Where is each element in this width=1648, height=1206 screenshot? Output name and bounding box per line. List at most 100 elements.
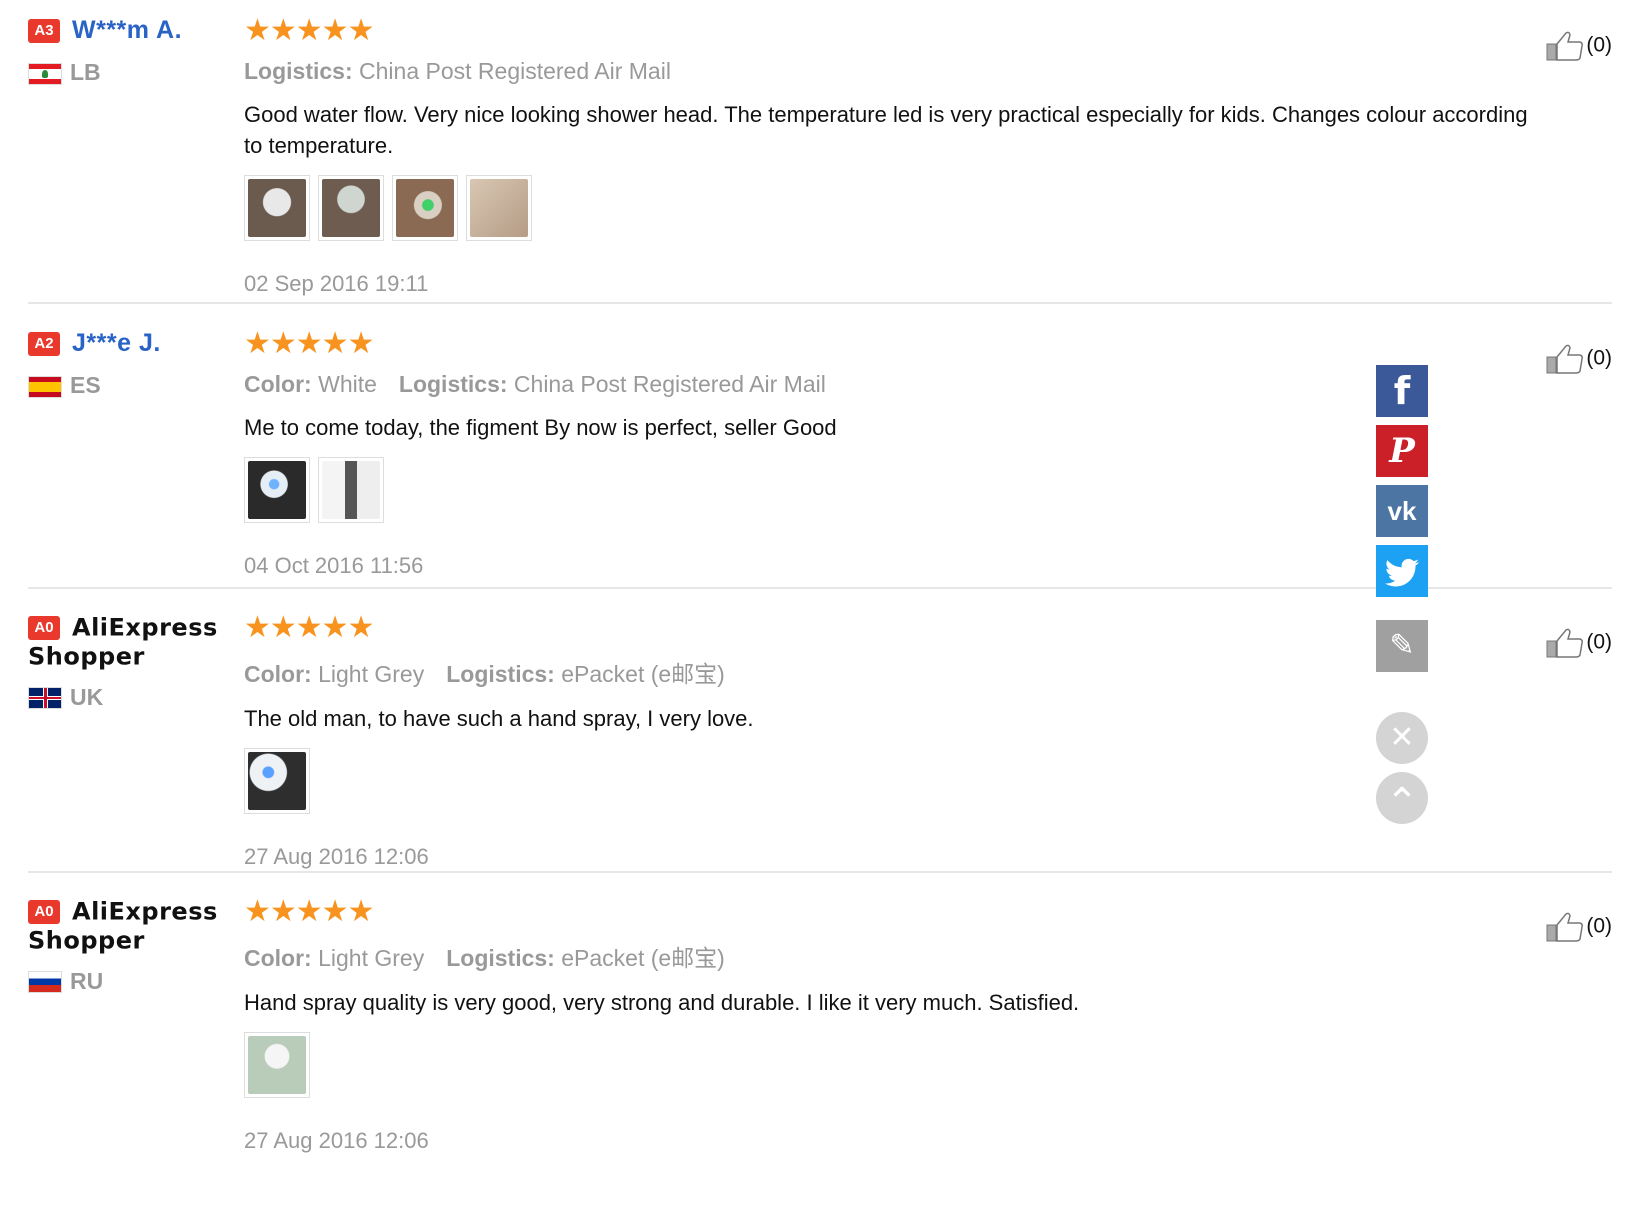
review-divider <box>28 302 1612 304</box>
logistics-label: Logistics: <box>446 945 555 971</box>
review-photo-thumbnail[interactable] <box>244 1032 310 1098</box>
thumbs-up-icon <box>1546 31 1584 61</box>
review-photo-thumbnail[interactable] <box>244 175 310 241</box>
like-button[interactable]: (0) <box>1546 627 1612 659</box>
flag-lb-icon <box>28 62 62 85</box>
review-item: A0 AliExpress Shopper RU ★★★★★ Color: Lig… <box>28 895 1612 1155</box>
level-badge: A3 <box>28 18 60 43</box>
review-photo-thumbnail[interactable] <box>244 457 310 523</box>
review-photo-thumbnail[interactable] <box>244 748 310 814</box>
like-count: (0) <box>1586 914 1612 938</box>
review-content: ★★★★★ Logistics: China Post Registered A… <box>244 14 1534 297</box>
review-content: ★★★★★ Color: Light Grey Logistics: ePacke… <box>244 895 1534 1154</box>
logistics-value: China Post Registered Air Mail <box>513 371 826 397</box>
vk-icon: vk <box>1387 496 1417 526</box>
close-icon: ✕ <box>1389 721 1415 754</box>
flag-ru-icon <box>28 971 62 994</box>
review-photo-thumbnail[interactable] <box>318 175 384 241</box>
flag-es-icon <box>28 375 62 398</box>
logistics-label: Logistics: <box>244 58 353 84</box>
rating-stars: ★★★★★ <box>244 14 374 47</box>
review-photo-thumbnail[interactable] <box>392 175 458 241</box>
review-content: ★★★★★ Color: Light Grey Logistics: ePacke… <box>244 611 1534 870</box>
close-share-button[interactable]: ✕ <box>1376 712 1428 764</box>
color-value: Light Grey <box>318 661 425 687</box>
flag-uk-icon <box>28 687 62 710</box>
logistics-label: Logistics: <box>446 661 555 687</box>
review-photos <box>244 175 1534 245</box>
pinterest-share-button[interactable]: P <box>1376 425 1428 477</box>
facebook-icon: f <box>1393 369 1411 413</box>
twitter-share-button[interactable] <box>1376 545 1428 597</box>
review-item: A0 AliExpress Shopper UK ★★★★★ Color: Lig… <box>28 611 1612 869</box>
like-count: (0) <box>1586 33 1612 57</box>
like-button[interactable]: (0) <box>1546 30 1612 62</box>
rating-stars: ★★★★★ <box>244 895 374 928</box>
country-code: RU <box>70 967 104 994</box>
rating-stars: ★★★★★ <box>244 327 374 360</box>
pinterest-icon: P <box>1389 431 1415 471</box>
logistics-value: China Post Registered Air Mail <box>359 58 671 84</box>
facebook-share-button[interactable]: f <box>1376 365 1428 417</box>
review-date: 02 Sep 2016 19:11 <box>244 271 429 296</box>
order-info: Logistics: China Post Registered Air Mai… <box>244 58 1534 85</box>
thumbs-up-icon <box>1546 344 1584 374</box>
review-text: Hand spray quality is very good, very st… <box>244 990 1080 1015</box>
color-label: Color: <box>244 371 312 397</box>
country-code: LB <box>70 59 101 85</box>
review-item: A3 W***m A. LB ★★★★★ Logistics: China Pos… <box>28 14 1612 296</box>
write-review-button[interactable]: ✎ <box>1376 620 1428 672</box>
vk-share-button[interactable]: vk <box>1376 485 1428 537</box>
logistics-value: ePacket (e邮宝) <box>561 661 725 687</box>
review-photos <box>244 748 1534 818</box>
pencil-icon: ✎ <box>1389 629 1415 662</box>
reviewer-country: RU <box>28 968 218 995</box>
review-date: 04 Oct 2016 11:56 <box>244 553 424 578</box>
like-count: (0) <box>1586 630 1612 654</box>
reviewer-info: A0 AliExpress Shopper UK <box>28 611 218 711</box>
order-info: Color: Light Grey Logistics: ePacket (e邮宝… <box>244 939 1534 973</box>
level-badge: A0 <box>28 899 60 924</box>
rating-stars: ★★★★★ <box>244 611 374 644</box>
review-divider <box>28 871 1612 873</box>
color-value: Light Grey <box>318 945 425 971</box>
reviewer-info: A0 AliExpress Shopper RU <box>28 895 218 995</box>
order-info: Color: White Logistics: China Post Regist… <box>244 371 1534 398</box>
review-text: Me to come today, the figment By now is … <box>244 415 837 440</box>
order-info: Color: Light Grey Logistics: ePacket (e邮宝… <box>244 655 1534 689</box>
country-code: ES <box>70 372 101 398</box>
review-text: Good water flow. Very nice looking showe… <box>244 102 1528 158</box>
country-code: UK <box>70 683 104 710</box>
reviewer-name[interactable]: W***m A. <box>72 16 182 44</box>
review-date: 27 Aug 2016 12:06 <box>244 844 429 869</box>
logistics-label: Logistics: <box>398 371 508 397</box>
logistics-value: ePacket (e邮宝) <box>561 945 725 971</box>
review-date: 27 Aug 2016 12:06 <box>244 1128 429 1153</box>
level-badge: A2 <box>28 331 60 356</box>
back-to-top-button[interactable]: ⌃ <box>1376 772 1428 825</box>
review-item: A2 J***e J. ES ★★★★★ Color: White Logistic… <box>28 327 1612 578</box>
review-photos <box>244 457 1534 527</box>
review-photos <box>244 1032 1534 1102</box>
chevron-up-icon: ⌃ <box>1385 781 1419 825</box>
review-text: The old man, to have such a hand spray, … <box>244 706 754 731</box>
reviewer-country: LB <box>28 59 218 86</box>
level-badge: A0 <box>28 615 60 640</box>
thumbs-up-icon <box>1546 912 1584 942</box>
thumbs-up-icon <box>1546 628 1584 658</box>
like-button[interactable]: (0) <box>1546 911 1612 943</box>
review-divider <box>28 587 1612 589</box>
review-photo-thumbnail[interactable] <box>318 457 384 523</box>
reviewer-info: A3 W***m A. LB <box>28 14 218 86</box>
color-label: Color: <box>244 661 312 687</box>
color-label: Color: <box>244 945 312 971</box>
like-button[interactable]: (0) <box>1546 343 1612 375</box>
review-photo-thumbnail[interactable] <box>466 175 532 241</box>
like-count: (0) <box>1586 346 1612 370</box>
review-content: ★★★★★ Color: White Logistics: China Post … <box>244 327 1534 579</box>
color-value: White <box>318 371 377 397</box>
reviewer-country: UK <box>28 684 218 711</box>
reviewer-name[interactable]: J***e J. <box>72 329 161 357</box>
reviewer-info: A2 J***e J. ES <box>28 327 218 399</box>
reviewer-country: ES <box>28 372 218 399</box>
